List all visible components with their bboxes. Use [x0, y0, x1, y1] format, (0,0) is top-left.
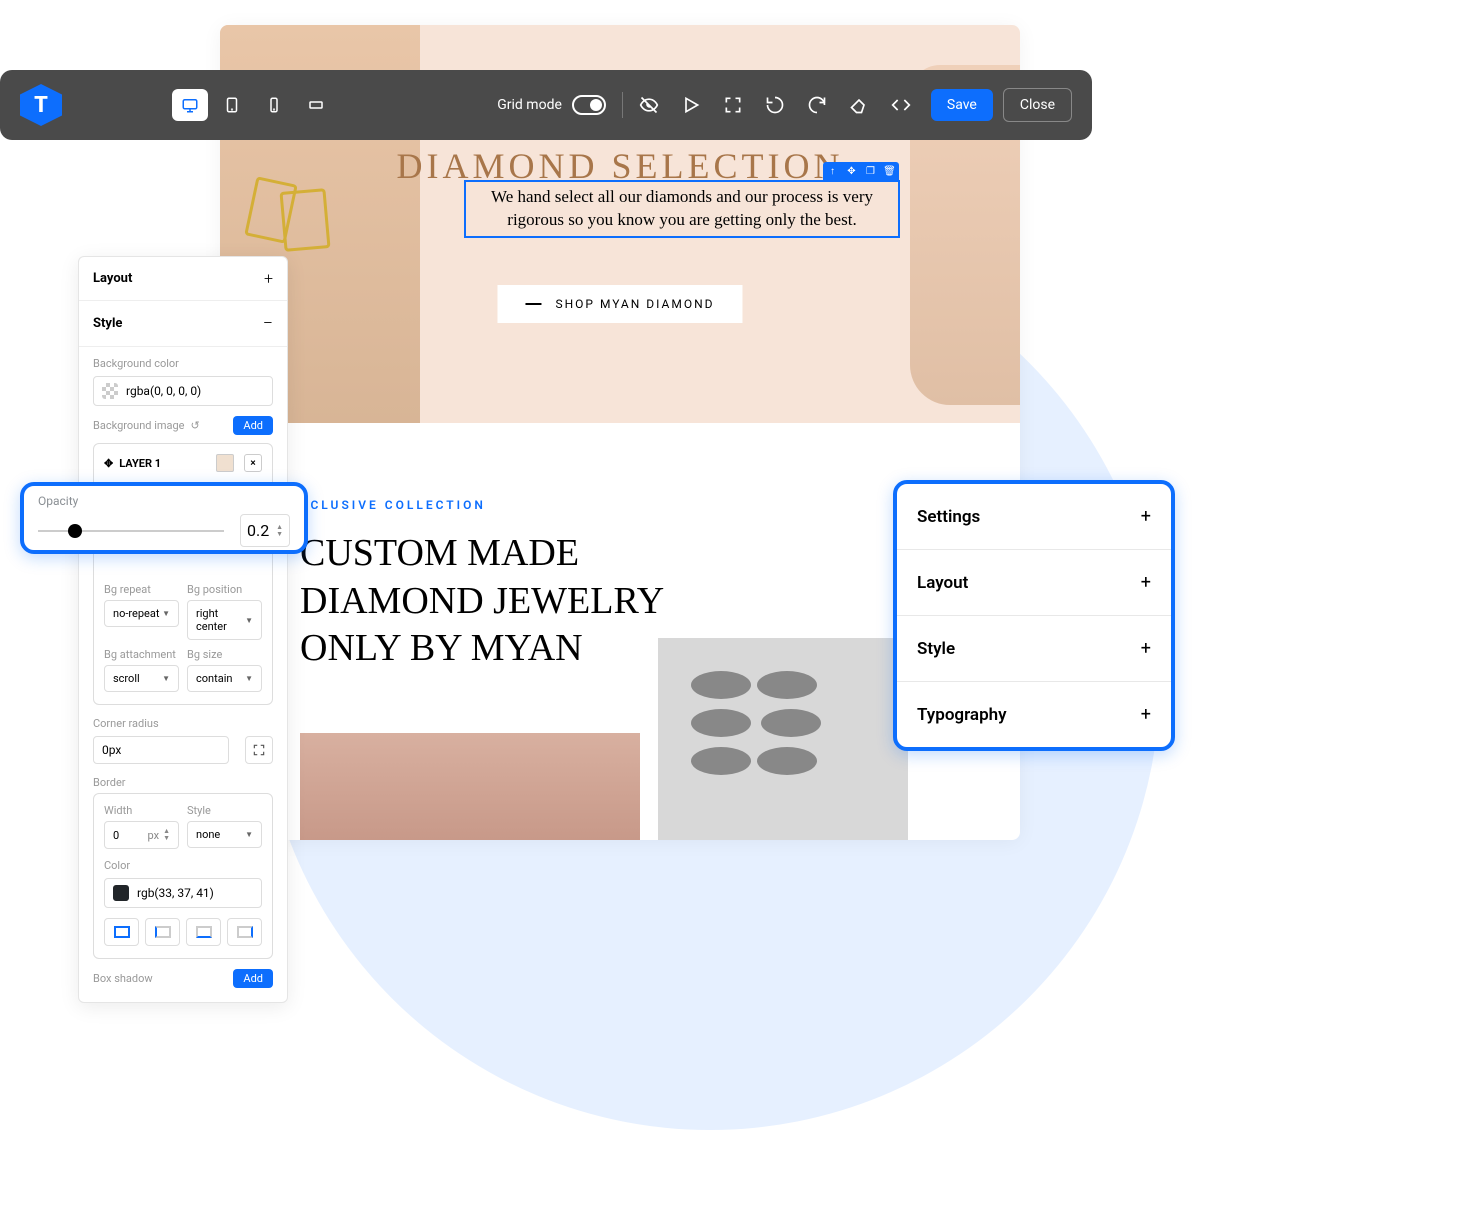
border-color-label: Color [104, 859, 262, 872]
editor-toolbar: T Grid mode Save Close [0, 70, 1092, 140]
device-tablet[interactable] [214, 89, 250, 121]
style-panel: Layout + Style − Background color rgba(0… [78, 256, 288, 1003]
visibility-off-icon[interactable] [639, 95, 659, 115]
dash-icon [525, 303, 541, 305]
border-right-button[interactable] [227, 918, 262, 946]
drag-handle-icon[interactable]: ✥ [104, 457, 113, 470]
device-desktop[interactable] [172, 89, 208, 121]
box-shadow-label: Box shadow [93, 972, 153, 985]
border-width-input[interactable]: 0 px ▲▼ [104, 821, 179, 849]
layer-thumbnail [216, 454, 234, 472]
plus-icon: + [1141, 704, 1151, 725]
eraser-icon[interactable] [849, 95, 869, 115]
minus-icon: − [263, 313, 273, 334]
accordion-settings[interactable]: Settings+ [897, 484, 1171, 549]
gallery-image-1 [300, 733, 640, 841]
plus-icon: + [1141, 506, 1151, 527]
expand-corners-button[interactable] [245, 736, 273, 764]
accordion-typography[interactable]: Typography+ [897, 681, 1171, 747]
border-bottom-button[interactable] [186, 918, 221, 946]
plus-icon: + [1141, 638, 1151, 659]
play-icon[interactable] [681, 95, 701, 115]
color-swatch [113, 885, 129, 901]
reset-icon[interactable]: ↺ [191, 419, 200, 432]
code-icon[interactable] [891, 95, 911, 115]
bg-color-label: Background color [93, 357, 273, 370]
slider-thumb[interactable] [68, 524, 82, 538]
fullscreen-icon[interactable] [723, 95, 743, 115]
bg-repeat-label: Bg repeat [104, 583, 179, 596]
move-icon[interactable]: ✥ [842, 162, 861, 181]
app-logo[interactable]: T [20, 84, 62, 126]
bg-repeat-select[interactable]: no-repeat▼ [104, 600, 179, 627]
border-width-label: Width [104, 804, 179, 817]
opacity-label: Opacity [38, 494, 290, 508]
bg-position-select[interactable]: right center▼ [187, 600, 262, 640]
opacity-value-input[interactable]: 0.2 ▲▼ [240, 514, 290, 547]
color-swatch-transparent [102, 383, 118, 399]
arrow-up-icon[interactable]: ↑ [823, 162, 842, 181]
bg-attach-label: Bg attachment [104, 648, 179, 661]
grid-mode-label: Grid mode [497, 97, 562, 113]
bg-color-input[interactable]: rgba(0, 0, 0, 0) [93, 376, 273, 406]
plus-icon: + [1141, 572, 1151, 593]
corner-radius-label: Corner radius [93, 717, 273, 730]
border-style-label: Style [187, 804, 262, 817]
delete-icon[interactable]: 🗑 [880, 162, 899, 181]
border-all-button[interactable] [104, 918, 139, 946]
bg-size-select[interactable]: contain▼ [187, 665, 262, 692]
accordion-style[interactable]: Style+ [897, 615, 1171, 681]
style-section-header[interactable]: Style − [79, 301, 287, 347]
undo-icon[interactable] [765, 95, 785, 115]
device-custom[interactable] [298, 89, 334, 121]
opacity-stepper[interactable]: ▲▼ [276, 524, 283, 538]
save-button[interactable]: Save [931, 89, 993, 121]
border-color-input[interactable]: rgb(33, 37, 41) [104, 878, 262, 908]
close-button[interactable]: Close [1003, 88, 1072, 122]
layer-remove-button[interactable]: × [244, 454, 262, 472]
bg-size-label: Bg size [187, 648, 262, 661]
layout-section-header[interactable]: Layout + [79, 257, 287, 301]
cta-label: SHOP MYAN DIAMOND [555, 297, 714, 311]
duplicate-icon[interactable]: ❐ [861, 162, 880, 181]
selected-text-element[interactable]: We hand select all our diamonds and our … [464, 180, 900, 238]
device-mobile[interactable] [256, 89, 292, 121]
border-style-select[interactable]: none▼ [187, 821, 262, 848]
section-eyebrow: XCLUSIVE COLLECTION [300, 498, 940, 512]
redo-icon[interactable] [807, 95, 827, 115]
properties-accordion: Settings+ Layout+ Style+ Typography+ [893, 480, 1175, 751]
toolbar-divider [622, 92, 623, 118]
element-action-bar[interactable]: ↑ ✥ ❐ 🗑 [823, 162, 899, 181]
bg-image-label: Background image ↺ [93, 419, 200, 432]
opacity-slider[interactable] [38, 530, 224, 532]
opacity-popover: Opacity 0.2 ▲▼ [20, 482, 308, 554]
border-left-button[interactable] [145, 918, 180, 946]
toggle-switch[interactable] [572, 95, 606, 115]
plus-icon: + [264, 269, 273, 288]
bg-attach-select[interactable]: scroll▼ [104, 665, 179, 692]
corner-radius-input[interactable]: 0px [93, 736, 229, 764]
gallery-image-2 [658, 638, 908, 841]
grid-mode-toggle[interactable]: Grid mode [497, 95, 606, 115]
cta-button[interactable]: SHOP MYAN DIAMOND [497, 285, 742, 323]
section-title: CUSTOM MADE DIAMOND JEWELRY ONLY BY MYAN [300, 530, 680, 673]
add-shadow-button[interactable]: Add [233, 969, 273, 988]
border-label: Border [93, 776, 273, 789]
layer-name: LAYER 1 [119, 457, 161, 470]
bg-position-label: Bg position [187, 583, 262, 596]
add-bg-image-button[interactable]: Add [233, 416, 273, 435]
accordion-layout[interactable]: Layout+ [897, 549, 1171, 615]
